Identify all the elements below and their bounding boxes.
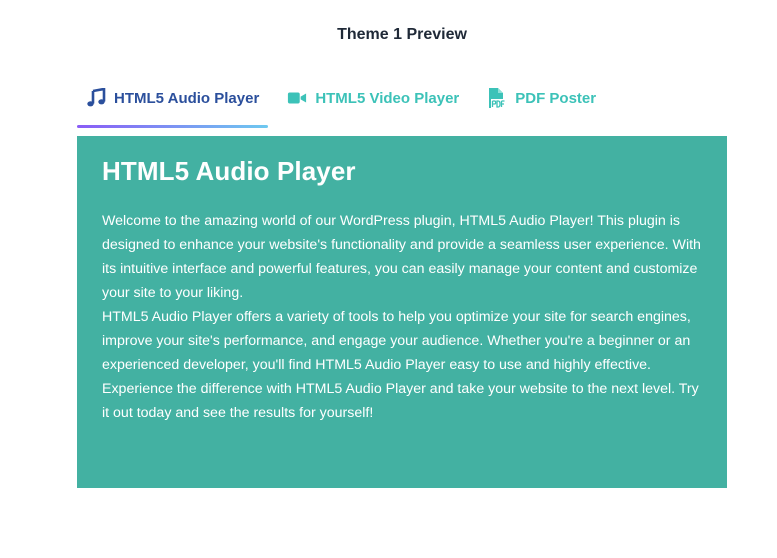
tab-label: PDF Poster <box>515 89 597 107</box>
music-note-icon <box>86 88 106 108</box>
tab-content-panel: HTML5 Audio Player Welcome to the amazin… <box>77 136 727 488</box>
video-camera-icon <box>287 88 307 108</box>
tab-label: HTML5 Audio Player <box>114 89 260 107</box>
panel-paragraph: HTML5 Audio Player offers a variety of t… <box>102 309 691 373</box>
panel-heading: HTML5 Audio Player <box>102 156 356 186</box>
tab-html5-audio-player[interactable]: HTML5 Audio Player <box>77 76 269 128</box>
active-tab-underline <box>77 125 269 128</box>
tab-label: HTML5 Video Player <box>315 89 460 107</box>
page-title: Theme 1 Preview <box>337 26 467 43</box>
pdf-file-icon <box>487 88 507 108</box>
tab-bar: HTML5 Audio Player HTML5 Video Player PD… <box>77 76 615 130</box>
tab-pdf-poster[interactable]: PDF Poster <box>478 76 605 120</box>
panel-paragraph: Welcome to the amazing world of our Word… <box>102 213 701 301</box>
tab-html5-video-player[interactable]: HTML5 Video Player <box>278 76 468 120</box>
panel-paragraph: Experience the difference with HTML5 Aud… <box>102 381 699 421</box>
